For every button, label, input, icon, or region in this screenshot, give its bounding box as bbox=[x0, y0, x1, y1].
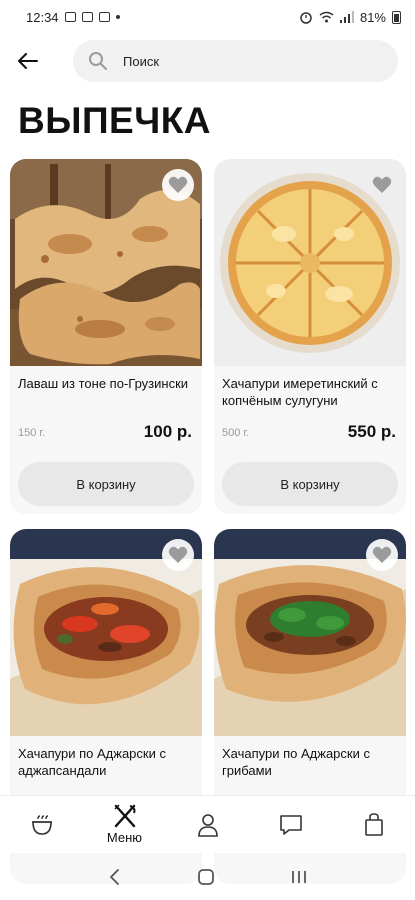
search-input[interactable]: Поиск bbox=[73, 40, 398, 82]
product-image bbox=[214, 159, 406, 366]
heart-icon bbox=[168, 546, 188, 563]
product-price: 100 р. bbox=[143, 422, 192, 441]
product-card[interactable]: Лаваш из тоне по-Грузински 150 г. 100 р.… bbox=[10, 159, 202, 514]
product-image bbox=[214, 529, 406, 736]
app-notification-icon bbox=[98, 12, 110, 22]
more-notifications-icon bbox=[115, 15, 120, 19]
bottom-nav: Меню bbox=[0, 795, 415, 853]
product-name: Хачапури по Аджарски с грибами bbox=[222, 746, 370, 778]
product-name: Лаваш из тоне по-Грузински bbox=[18, 376, 189, 391]
header: Поиск bbox=[0, 40, 415, 82]
status-bar: 12:34 81% bbox=[0, 0, 415, 34]
favorite-button[interactable] bbox=[162, 169, 194, 201]
back-button[interactable] bbox=[14, 48, 42, 74]
favorite-button[interactable] bbox=[162, 539, 194, 571]
heart-icon bbox=[372, 546, 392, 563]
add-to-cart-button[interactable]: В корзину bbox=[222, 462, 398, 506]
product-image bbox=[10, 159, 202, 366]
status-time: 12:34 bbox=[26, 9, 59, 25]
heart-icon bbox=[372, 176, 392, 193]
heart-icon bbox=[168, 176, 188, 193]
pot-icon bbox=[31, 814, 52, 835]
product-image bbox=[10, 529, 202, 736]
status-right: 81% bbox=[299, 10, 401, 25]
calendar-notification-icon bbox=[81, 12, 93, 22]
product-name: Хачапури имеретинский с копчёным сулугун… bbox=[222, 376, 378, 408]
alarm-icon bbox=[300, 12, 312, 24]
search-placeholder: Поиск bbox=[123, 53, 160, 69]
product-weight: 500 г. bbox=[222, 427, 250, 439]
battery-icon bbox=[392, 10, 401, 24]
product-price: 550 р. bbox=[347, 422, 396, 441]
system-back-icon[interactable] bbox=[108, 868, 122, 886]
nav-item-chat[interactable] bbox=[249, 796, 332, 853]
search-icon bbox=[87, 50, 109, 72]
chat-icon bbox=[279, 814, 302, 835]
nav-item-profile[interactable] bbox=[166, 796, 249, 853]
nav-item-cart[interactable] bbox=[332, 796, 415, 853]
fork-knife-icon bbox=[113, 804, 135, 828]
wifi-icon bbox=[319, 11, 334, 23]
battery-percent: 81% bbox=[359, 9, 386, 25]
page-title: ВЫПЕЧКА bbox=[18, 100, 212, 141]
favorite-button[interactable] bbox=[366, 169, 398, 201]
user-icon bbox=[197, 813, 218, 837]
system-recents-icon[interactable] bbox=[290, 868, 308, 886]
nav-label-menu: Меню bbox=[106, 830, 143, 845]
nav-item-restaurant[interactable] bbox=[0, 796, 83, 853]
image-notification-icon bbox=[64, 12, 76, 22]
status-left: 12:34 bbox=[26, 10, 120, 25]
system-nav-bar bbox=[0, 853, 415, 900]
favorite-button[interactable] bbox=[366, 539, 398, 571]
bag-icon bbox=[364, 812, 383, 836]
product-weight: 150 г. bbox=[18, 427, 46, 439]
system-home-icon[interactable] bbox=[197, 868, 215, 886]
signal-icon bbox=[339, 11, 354, 23]
nav-item-menu[interactable]: Меню bbox=[83, 796, 166, 853]
product-name: Хачапури по Аджарски с аджапсандали bbox=[18, 746, 166, 778]
arrow-left-icon bbox=[18, 53, 38, 69]
add-to-cart-button[interactable]: В корзину bbox=[18, 462, 194, 506]
product-card[interactable]: Хачапури имеретинский с копчёным сулугун… bbox=[214, 159, 406, 514]
